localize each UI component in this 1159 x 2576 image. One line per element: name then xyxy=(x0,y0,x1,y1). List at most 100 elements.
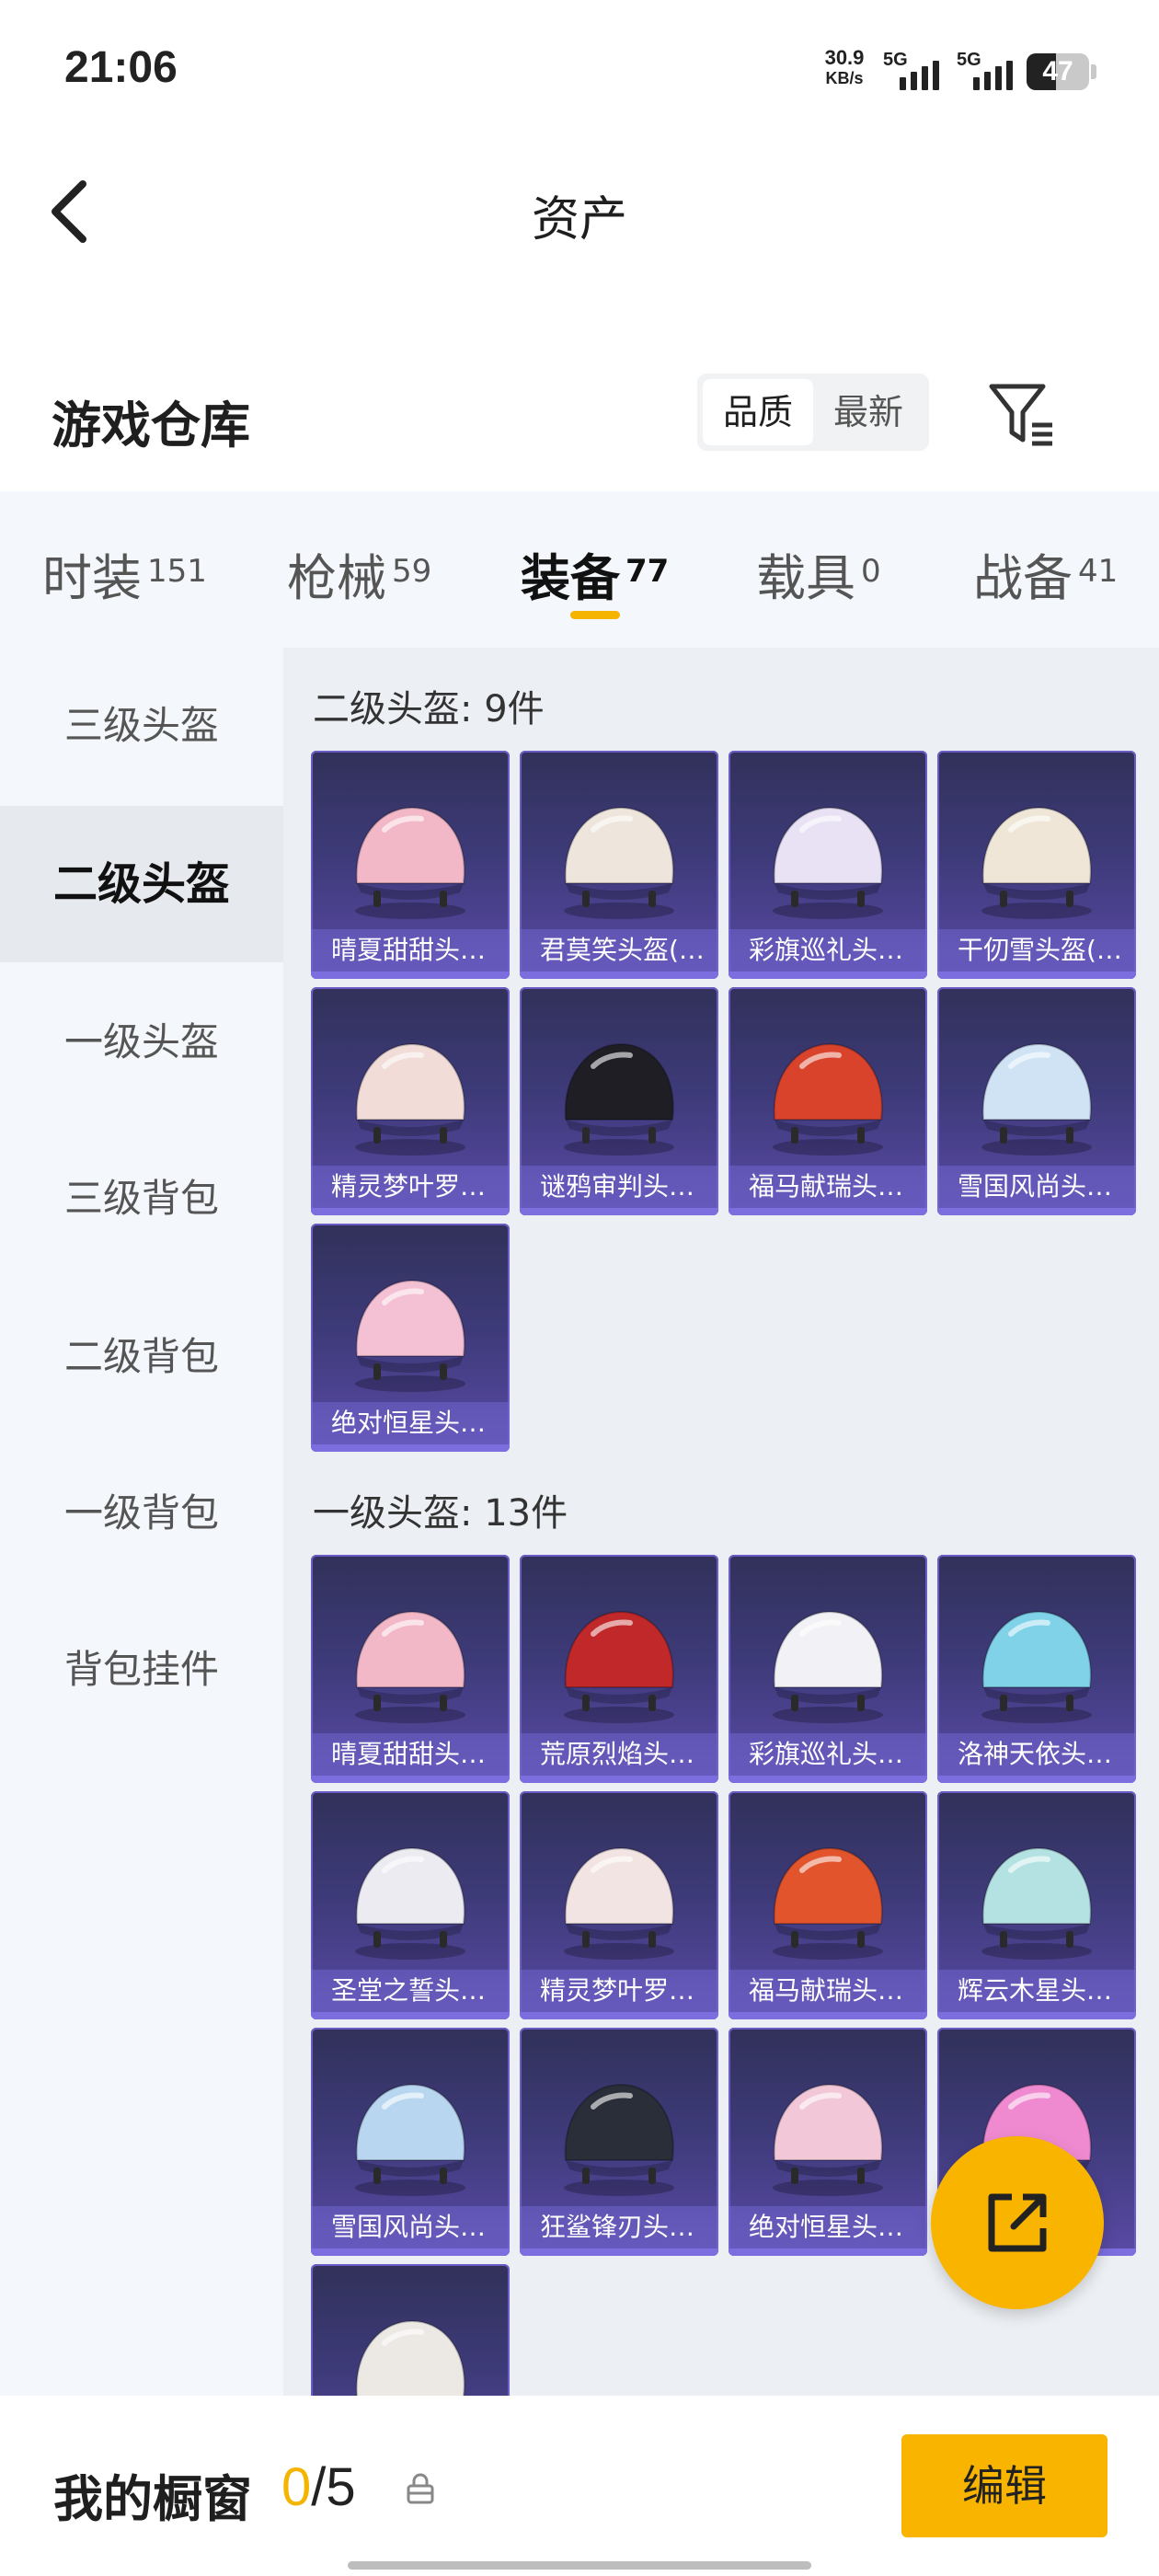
filter-button[interactable] xyxy=(986,379,1060,449)
item-name: 狂鲨锋刃头… xyxy=(520,2206,718,2248)
status-bar: 21:06 30.9 KB/s 5G 5G 47 xyxy=(0,0,1159,138)
sidebar-item-level1-helmet[interactable]: 一级头盔 xyxy=(0,964,283,1121)
tab-count: 41 xyxy=(1078,553,1119,590)
item-name: 君莫笑头盔(… xyxy=(520,929,718,972)
sort-quality-option[interactable]: 品质 xyxy=(703,379,813,445)
helmet-item-card[interactable]: 绝对恒星头… xyxy=(729,2028,927,2256)
signal-2-icon: 5G xyxy=(957,50,1021,94)
warehouse-title: 游戏仓库 xyxy=(52,397,250,454)
helmet-item-card[interactable]: 精灵梦叶罗… xyxy=(520,1791,718,2019)
battery-level: 47 xyxy=(1042,56,1073,86)
quality-bar xyxy=(311,1444,510,1452)
quality-bar xyxy=(520,1208,718,1215)
sidebar-item-label: 一级头盔 xyxy=(63,1019,219,1064)
helmet-item-card[interactable]: 绝对恒星头… xyxy=(311,1224,510,1452)
sidebar-item-level2-backpack[interactable]: 二级背包 xyxy=(0,1279,283,1435)
helmet-item-card[interactable]: 雪国风尚头… xyxy=(311,2028,510,2256)
signal-1-icon: 5G xyxy=(883,50,947,94)
helmet-item-card[interactable]: 君莫笑头盔(… xyxy=(520,751,718,979)
status-time: 21:06 xyxy=(64,43,178,92)
helmet-icon xyxy=(773,1042,883,1156)
filter-icon xyxy=(989,384,1052,446)
quality-bar xyxy=(729,1208,927,1215)
quality-bar xyxy=(937,1776,1136,1783)
helmet-item-card[interactable]: 干仞雪头盔(… xyxy=(937,751,1136,979)
quality-bar xyxy=(520,2248,718,2256)
item-name: 晴夏甜甜头… xyxy=(311,929,510,972)
quality-bar xyxy=(937,972,1136,979)
quality-bar xyxy=(520,1776,718,1783)
tab-label: 装备 xyxy=(521,549,620,607)
helmet-item-card[interactable]: 雪国风尚头… xyxy=(937,987,1136,1215)
tab-weapons[interactable]: 枪械 59 xyxy=(287,537,431,607)
quality-bar xyxy=(729,2012,927,2019)
helmet-item-card[interactable] xyxy=(311,2264,510,2396)
sidebar-item-label: 二级头盔 xyxy=(52,858,230,910)
sidebar-item-label: 三级背包 xyxy=(63,1176,219,1221)
quality-bar xyxy=(937,2012,1136,2019)
helmet-icon xyxy=(355,2083,465,2196)
item-name: 晴夏甜甜头… xyxy=(311,1733,510,1776)
item-name: 辉云木星头… xyxy=(937,1970,1136,2012)
helmet-item-card[interactable]: 狂鲨锋刃头… xyxy=(520,2028,718,2256)
tab-count: 151 xyxy=(147,553,207,590)
sidebar-item-label: 三级头盔 xyxy=(63,703,219,748)
helmet-item-card[interactable]: 谜鸦审判头… xyxy=(520,987,718,1215)
helmet-item-card[interactable]: 福马献瑞头… xyxy=(729,987,927,1215)
tab-fashion[interactable]: 时装 151 xyxy=(42,537,207,607)
edit-button[interactable]: 编辑 xyxy=(901,2434,1107,2537)
sidebar-item-level2-helmet[interactable]: 二级头盔 xyxy=(0,806,283,962)
helmet-item-card[interactable]: 彩旗巡礼头… xyxy=(729,751,927,979)
quality-bar xyxy=(937,1208,1136,1215)
item-name: 雪国风尚头… xyxy=(311,2206,510,2248)
helmet-icon xyxy=(355,1042,465,1156)
helmet-item-card[interactable]: 彩旗巡礼头… xyxy=(729,1555,927,1783)
helmet-item-card[interactable]: 精灵梦叶罗… xyxy=(311,987,510,1215)
helmet-icon xyxy=(773,1610,883,1723)
helmet-item-card[interactable]: 圣堂之誓头… xyxy=(311,1791,510,2019)
lock-icon xyxy=(407,2473,434,2504)
page-title: 资产 xyxy=(531,192,627,247)
quality-bar xyxy=(520,2012,718,2019)
quality-bar xyxy=(311,2012,510,2019)
home-indicator[interactable] xyxy=(348,2561,811,2570)
sort-latest-option[interactable]: 最新 xyxy=(813,379,924,445)
helmet-icon xyxy=(355,806,465,919)
sim1-label: 5G xyxy=(883,50,908,70)
item-name: 福马献瑞头… xyxy=(729,1970,927,2012)
helmet-icon xyxy=(564,806,674,919)
sidebar-item-level1-backpack[interactable]: 一级背包 xyxy=(0,1435,283,1592)
battery-icon: 47 xyxy=(1027,53,1089,90)
sidebar-item-label: 背包挂件 xyxy=(63,1647,219,1692)
item-name: 福马献瑞头… xyxy=(729,1166,927,1208)
tab-label: 载具 xyxy=(756,549,855,607)
item-name: 谜鸦审判头… xyxy=(520,1166,718,1208)
helmet-item-card[interactable]: 晴夏甜甜头… xyxy=(311,1555,510,1783)
helmet-icon xyxy=(564,1042,674,1156)
helmet-icon xyxy=(355,1279,465,1392)
sidebar-item-level3-helmet[interactable]: 三级头盔 xyxy=(0,648,283,804)
item-name: 绝对恒星头… xyxy=(729,2206,927,2248)
sidebar-item-level3-backpack[interactable]: 三级背包 xyxy=(0,1121,283,1277)
helmet-item-card[interactable]: 洛神天依头… xyxy=(937,1555,1136,1783)
quality-bar xyxy=(311,2248,510,2256)
helmet-item-card[interactable]: 福马献瑞头… xyxy=(729,1791,927,2019)
sidebar-item-backpack-charm[interactable]: 背包挂件 xyxy=(0,1592,283,1748)
quality-bar xyxy=(729,972,927,979)
external-link-icon xyxy=(988,2193,1047,2252)
item-name: 雪国风尚头… xyxy=(937,1166,1136,1208)
tab-label: 时装 xyxy=(42,549,142,607)
tab-count: 77 xyxy=(625,553,670,590)
tab-count: 0 xyxy=(861,553,881,590)
helmet-item-card[interactable]: 荒原烈焰头… xyxy=(520,1555,718,1783)
helmet-icon xyxy=(355,2319,465,2396)
helmet-item-card[interactable]: 辉云木星头… xyxy=(937,1791,1136,2019)
tab-label: 枪械 xyxy=(287,549,386,607)
quality-bar xyxy=(311,972,510,979)
tab-supplies[interactable]: 战备 41 xyxy=(973,537,1119,607)
share-button[interactable] xyxy=(931,2136,1104,2309)
tab-vehicles[interactable]: 载具 0 xyxy=(756,537,881,607)
tab-equipment[interactable]: 装备 77 xyxy=(521,537,670,607)
helmet-item-card[interactable]: 晴夏甜甜头… xyxy=(311,751,510,979)
tab-label: 战备 xyxy=(973,549,1073,607)
